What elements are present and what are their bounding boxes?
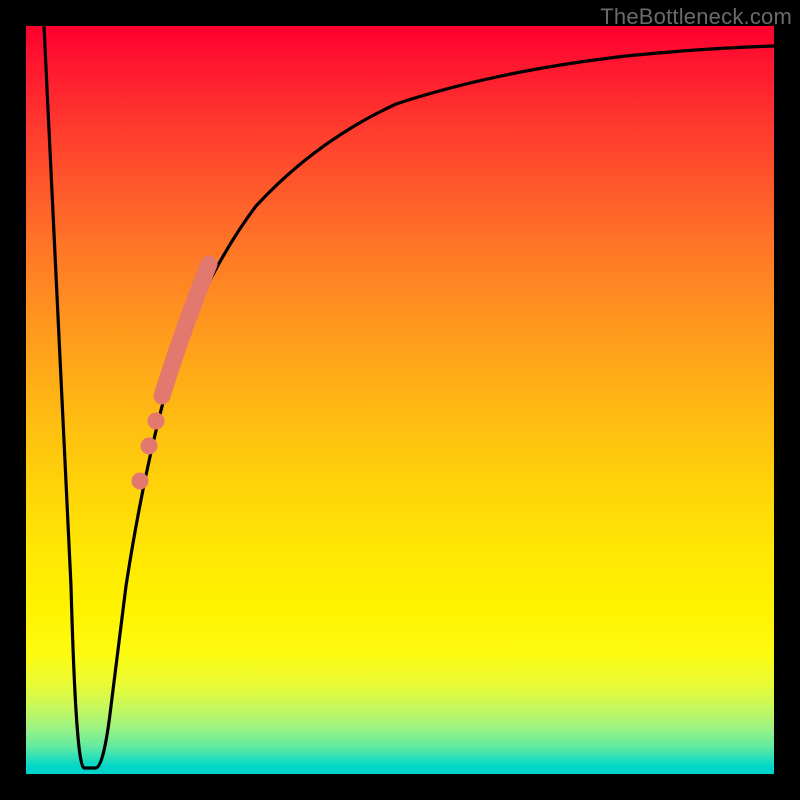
- chart-plot-area: [26, 26, 774, 774]
- curve-highlight-dot: [132, 473, 149, 490]
- chart-frame: TheBottleneck.com: [0, 0, 800, 800]
- watermark-text: TheBottleneck.com: [600, 4, 792, 30]
- bottleneck-curve: [26, 26, 774, 774]
- curve-highlight-dot: [141, 438, 158, 455]
- curve-highlight-dot: [148, 413, 165, 430]
- curve-path: [44, 26, 774, 768]
- curve-highlight-segment: [162, 264, 209, 396]
